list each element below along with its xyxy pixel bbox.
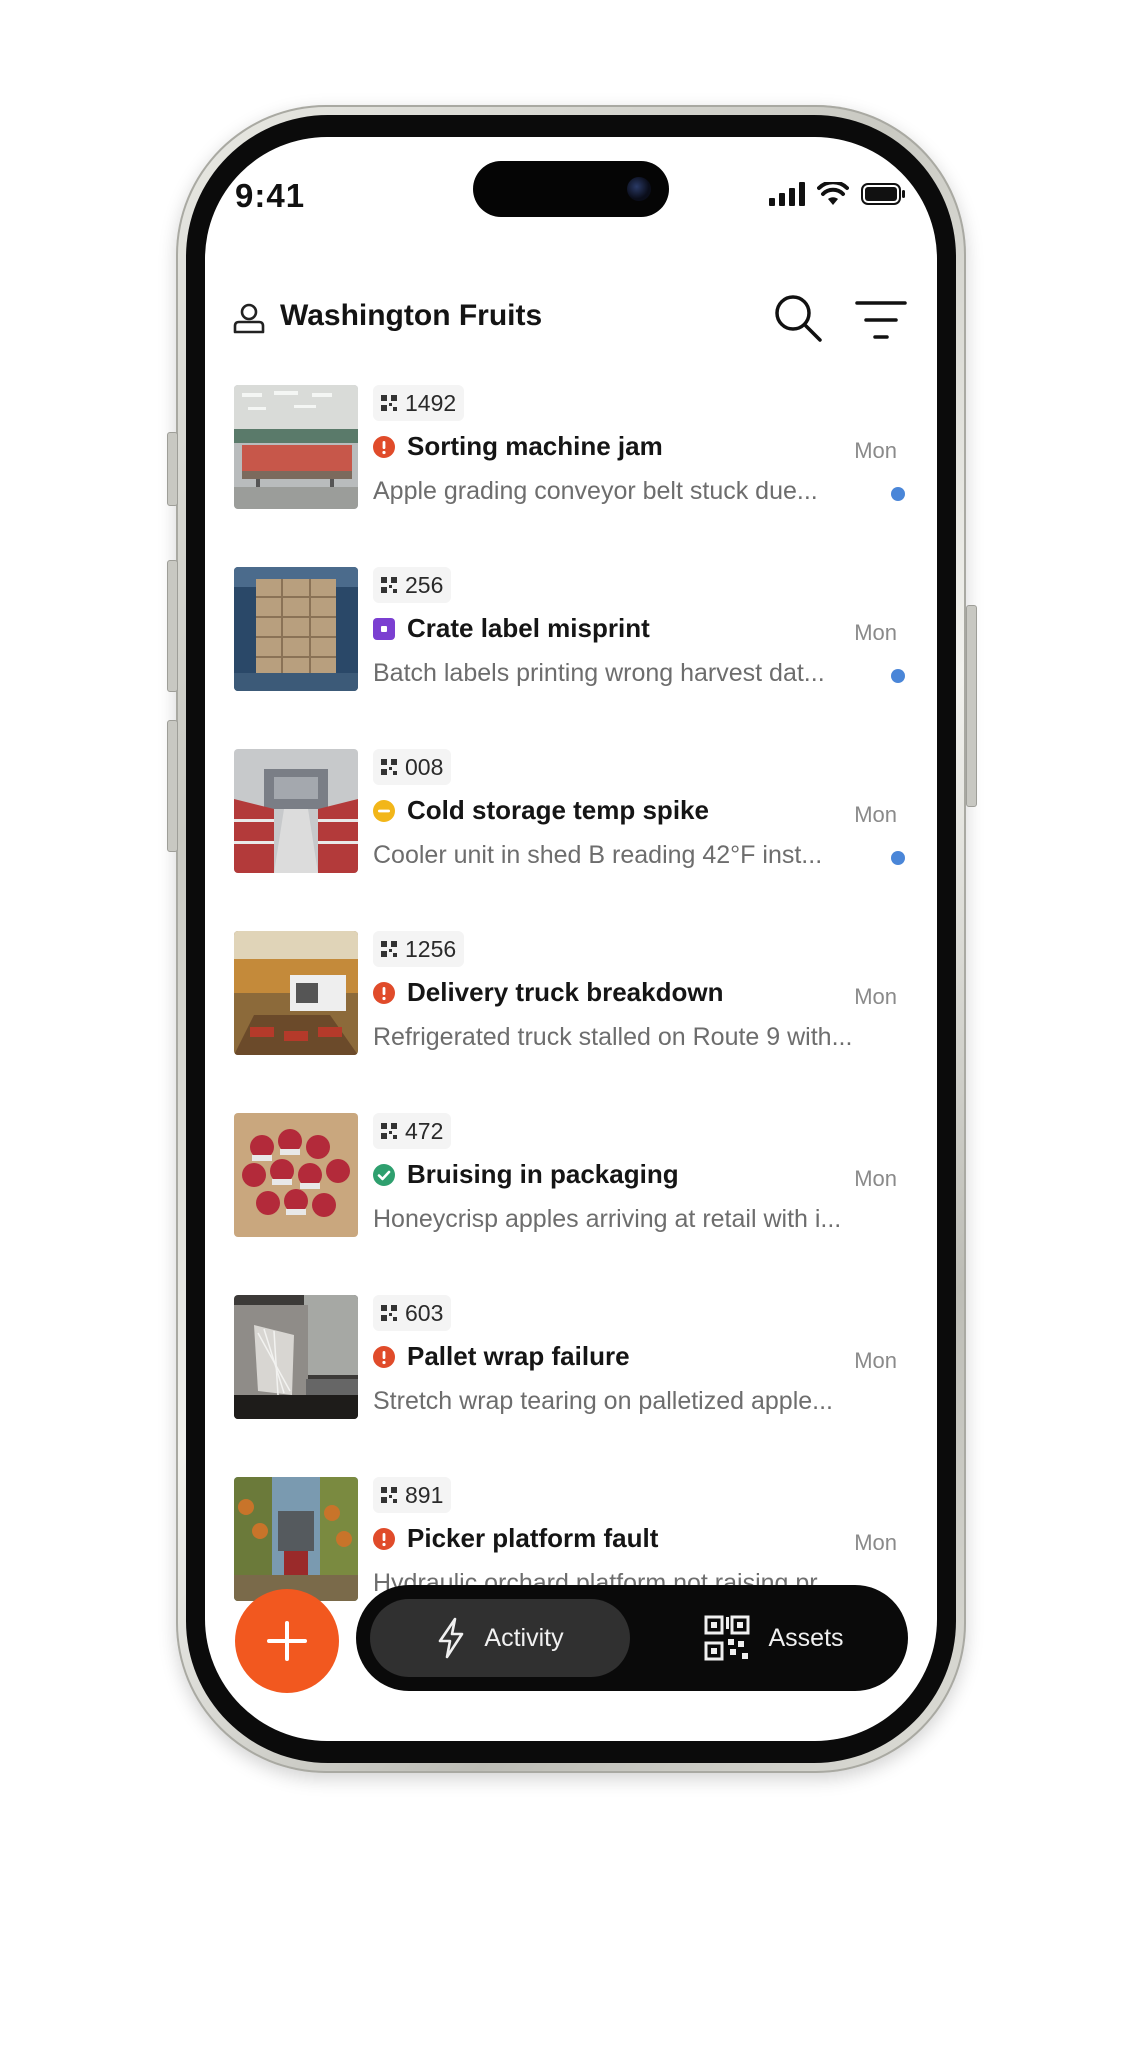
- item-preview: Honeycrisp apples arriving at retail wit…: [373, 1205, 842, 1233]
- unread-indicator: [891, 669, 905, 683]
- item-preview: Cooler unit in shed B reading 42°F inst.…: [373, 841, 823, 869]
- resolved-status-icon: [373, 1163, 395, 1186]
- header: Washington Fruits: [205, 283, 937, 353]
- item-date: Mon: [854, 802, 897, 827]
- qr-code-icon: [381, 759, 397, 775]
- tab-assets[interactable]: Assets: [656, 1599, 892, 1677]
- tab-activity-label: Activity: [484, 1623, 564, 1652]
- volume-up-button: [167, 560, 178, 692]
- battery-icon: [861, 183, 905, 205]
- critical-status-icon: [373, 981, 395, 1004]
- item-date: Mon: [854, 984, 897, 1009]
- item-title-row: Delivery truck breakdown: [373, 977, 723, 1008]
- item-preview: Refrigerated truck stalled on Route 9 wi…: [373, 1023, 853, 1051]
- thumbnail-image: [234, 385, 358, 509]
- asset-id-badge: 1492: [373, 385, 465, 421]
- qr-code-icon: [381, 577, 397, 593]
- unread-indicator: [891, 851, 905, 865]
- item-title-row: Sorting machine jam: [373, 431, 663, 462]
- list-item[interactable]: 1256 Delivery truck breakdown Mon Refrig…: [205, 931, 937, 1055]
- asset-id-badge: 256: [373, 567, 452, 603]
- asset-id: 472: [405, 1117, 444, 1144]
- tab-assets-label: Assets: [768, 1623, 844, 1652]
- status-time: 9:41: [235, 177, 306, 214]
- qr-code-icon: [381, 1487, 397, 1503]
- item-title: Bruising in packaging: [407, 1159, 679, 1189]
- asset-id-badge: 1256: [373, 931, 465, 967]
- thumbnail-image: [234, 1295, 358, 1419]
- camera-icon: [627, 177, 651, 201]
- list-item[interactable]: 008 Cold storage temp spike Mon Cooler u…: [205, 749, 937, 873]
- thumbnail-image: [234, 1113, 358, 1237]
- asset-id: 008: [405, 753, 444, 780]
- critical-status-icon: [373, 1527, 395, 1550]
- item-title: Crate label misprint: [407, 613, 650, 643]
- asset-id: 1256: [405, 935, 457, 962]
- thumbnail-image: [234, 749, 358, 873]
- dynamic-island: [473, 161, 669, 217]
- status-icons: [769, 181, 907, 207]
- item-title: Picker platform fault: [407, 1523, 659, 1553]
- list-item[interactable]: 256 Crate label misprint Mon Batch label…: [205, 567, 937, 691]
- in-progress-status-icon: [373, 617, 395, 640]
- list-item[interactable]: 603 Pallet wrap failure Mon Stretch wrap…: [205, 1295, 937, 1419]
- user-icon[interactable]: [232, 301, 266, 335]
- qr-code-icon: [381, 1123, 397, 1139]
- page-title: Washington Fruits: [280, 299, 543, 332]
- list-item[interactable]: 891 Picker platform fault Mon Hydraulic …: [205, 1477, 937, 1601]
- critical-status-icon: [373, 435, 395, 458]
- item-date: Mon: [854, 1348, 897, 1373]
- plus-icon: [267, 1621, 307, 1661]
- add-button[interactable]: [235, 1589, 339, 1693]
- item-title-row: Bruising in packaging: [373, 1159, 679, 1190]
- item-date: Mon: [854, 620, 897, 645]
- asset-id: 891: [405, 1481, 444, 1508]
- list-item[interactable]: 472 Bruising in packaging Mon Honeycrisp…: [205, 1113, 937, 1237]
- asset-id-badge: 008: [373, 749, 452, 785]
- asset-id-badge: 891: [373, 1477, 452, 1513]
- asset-id: 256: [405, 571, 444, 598]
- on-hold-status-icon: [373, 799, 395, 822]
- qr-code-icon: [381, 941, 397, 957]
- unread-indicator: [891, 487, 905, 501]
- wifi-icon: [817, 182, 849, 205]
- filter-icon[interactable]: [853, 295, 909, 345]
- item-title: Cold storage temp spike: [407, 795, 709, 825]
- lightning-icon: [439, 1617, 464, 1659]
- item-date: Mon: [854, 438, 897, 463]
- thumbnail-image: [234, 931, 358, 1055]
- qr-code-icon: [381, 1305, 397, 1321]
- asset-id: 1492: [405, 389, 457, 416]
- item-preview: Stretch wrap tearing on palletized apple…: [373, 1387, 833, 1415]
- asset-id-badge: 603: [373, 1295, 452, 1331]
- cellular-signal-icon: [769, 182, 805, 206]
- item-title-row: Crate label misprint: [373, 613, 650, 644]
- item-preview: Apple grading conveyor belt stuck due...: [373, 477, 818, 505]
- critical-status-icon: [373, 1345, 395, 1368]
- search-icon[interactable]: [770, 290, 826, 346]
- item-title-row: Cold storage temp spike: [373, 795, 709, 826]
- asset-id: 603: [405, 1299, 444, 1326]
- item-date: Mon: [854, 1530, 897, 1555]
- qr-code-icon: [704, 1615, 750, 1661]
- screen: 9:41 Washington Fruits 1492 Sorting mach…: [205, 137, 937, 1741]
- qr-code-icon: [381, 395, 397, 411]
- item-title-row: Picker platform fault: [373, 1523, 658, 1554]
- item-title-row: Pallet wrap failure: [373, 1341, 630, 1372]
- asset-id-badge: 472: [373, 1113, 452, 1149]
- thumbnail-image: [234, 567, 358, 691]
- tab-activity[interactable]: Activity: [370, 1599, 630, 1677]
- volume-down-button: [167, 720, 178, 852]
- bottom-tab-bar: Activity Assets: [356, 1585, 908, 1691]
- thumbnail-image: [234, 1477, 358, 1601]
- item-preview: Batch labels printing wrong harvest dat.…: [373, 659, 825, 687]
- item-date: Mon: [854, 1166, 897, 1191]
- list-item[interactable]: 1492 Sorting machine jam Mon Apple gradi…: [205, 385, 937, 509]
- action-button: [167, 432, 178, 506]
- item-title: Pallet wrap failure: [407, 1341, 630, 1371]
- item-title: Delivery truck breakdown: [407, 977, 724, 1007]
- item-title: Sorting machine jam: [407, 431, 663, 461]
- power-button: [966, 605, 977, 807]
